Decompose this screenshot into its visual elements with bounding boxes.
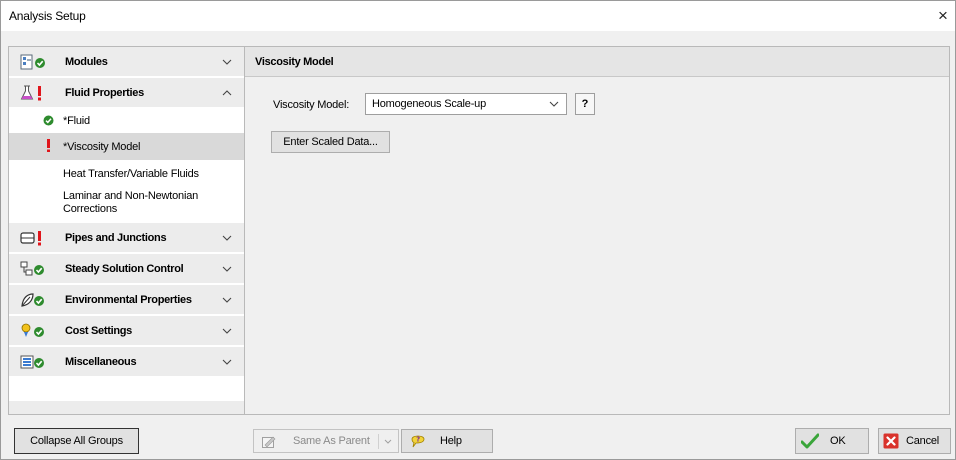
viscosity-help-button[interactable]: ? (575, 93, 595, 115)
analysis-setup-dialog: Analysis Setup × Modules Fluid Propertie… (0, 0, 956, 460)
window-title: Analysis Setup (9, 9, 86, 23)
chevron-up-icon[interactable] (221, 87, 233, 99)
viscosity-model-select[interactable]: Homogeneous Scale-up (365, 93, 567, 115)
sidebar-group-label: Miscellaneous (65, 355, 137, 368)
cost-icon (21, 323, 44, 337)
check-icon (43, 115, 54, 126)
chevron-down-icon (384, 439, 392, 444)
enter-scaled-data-button[interactable]: Enter Scaled Data... (271, 131, 390, 153)
pipe-icon (20, 231, 41, 246)
svg-text:?: ? (416, 436, 420, 444)
sidebar-group-label: Environmental Properties (65, 293, 192, 306)
sidebar-item-label: Laminar and Non-Newtonian Corrections (63, 190, 199, 215)
cancel-label: Cancel (906, 435, 940, 447)
collapse-all-groups-button[interactable]: Collapse All Groups (14, 428, 139, 454)
viscosity-model-label: Viscosity Model: (273, 99, 350, 111)
chevron-down-icon[interactable] (221, 263, 233, 275)
sidebar-group-cost-settings[interactable]: Cost Settings (9, 316, 244, 346)
sidebar-bottom-fill (9, 401, 244, 414)
same-as-parent-label: Same As Parent (293, 435, 370, 447)
sidebar: Modules Fluid Properties *Fluid *Viscosi… (8, 46, 245, 415)
sidebar-group-miscellaneous[interactable]: Miscellaneous (9, 347, 244, 377)
chevron-down-icon[interactable] (221, 232, 233, 244)
sidebar-group-label: Pipes and Junctions (65, 231, 167, 244)
misc-icon (20, 355, 44, 369)
error-icon (47, 139, 50, 152)
checkmark-icon (801, 433, 819, 449)
chevron-down-icon (549, 101, 559, 107)
sidebar-group-environmental-properties[interactable]: Environmental Properties (9, 285, 244, 315)
environment-icon (21, 293, 44, 307)
chevron-down-icon[interactable] (221, 325, 233, 337)
sidebar-group-label: Modules (65, 55, 108, 68)
sidebar-group-steady-solution-control[interactable]: Steady Solution Control (9, 254, 244, 284)
content-panel: Viscosity Model Viscosity Model: Homogen… (245, 46, 950, 415)
sidebar-group-fluid-properties[interactable]: Fluid Properties (9, 78, 244, 108)
chevron-down-icon[interactable] (221, 56, 233, 68)
sidebar-group-label: Cost Settings (65, 324, 132, 337)
same-as-parent-dropdown[interactable]: Same As Parent (253, 429, 399, 453)
edit-icon (262, 436, 276, 448)
help-button[interactable]: ? Help (401, 429, 493, 453)
sidebar-item-laminar-corrections[interactable]: Laminar and Non-Newtonian Corrections (9, 187, 244, 223)
sidebar-item-label: *Viscosity Model (63, 141, 141, 153)
flask-icon (20, 85, 41, 101)
sidebar-item-heat-transfer[interactable]: Heat Transfer/Variable Fluids (9, 163, 244, 185)
modules-icon (20, 54, 45, 70)
sidebar-item-label: Heat Transfer/Variable Fluids (63, 168, 199, 180)
sidebar-group-label: Steady Solution Control (65, 262, 184, 275)
sidebar-item-label: *Fluid (63, 115, 90, 127)
panel-title: Viscosity Model (245, 47, 949, 77)
cancel-button[interactable]: Cancel (878, 428, 951, 454)
select-value: Homogeneous Scale-up (372, 98, 487, 110)
sidebar-group-pipes-and-junctions[interactable]: Pipes and Junctions (9, 223, 244, 253)
cancel-x-icon (883, 433, 899, 449)
ok-label: OK (830, 435, 846, 447)
sidebar-group-modules[interactable]: Modules (9, 47, 244, 77)
chevron-down-icon[interactable] (221, 294, 233, 306)
divider (378, 434, 379, 449)
help-label: Help (440, 435, 462, 447)
sidebar-item-fluid[interactable]: *Fluid (9, 110, 244, 132)
title-bar: Analysis Setup × (1, 1, 955, 31)
sidebar-group-label: Fluid Properties (65, 86, 144, 99)
ok-button[interactable]: OK (795, 428, 869, 454)
chevron-down-icon[interactable] (221, 356, 233, 368)
close-icon[interactable]: × (931, 1, 955, 31)
solution-control-icon (20, 261, 44, 276)
help-balloon-icon: ? (411, 436, 425, 448)
sidebar-item-viscosity-model[interactable]: *Viscosity Model (9, 133, 244, 160)
